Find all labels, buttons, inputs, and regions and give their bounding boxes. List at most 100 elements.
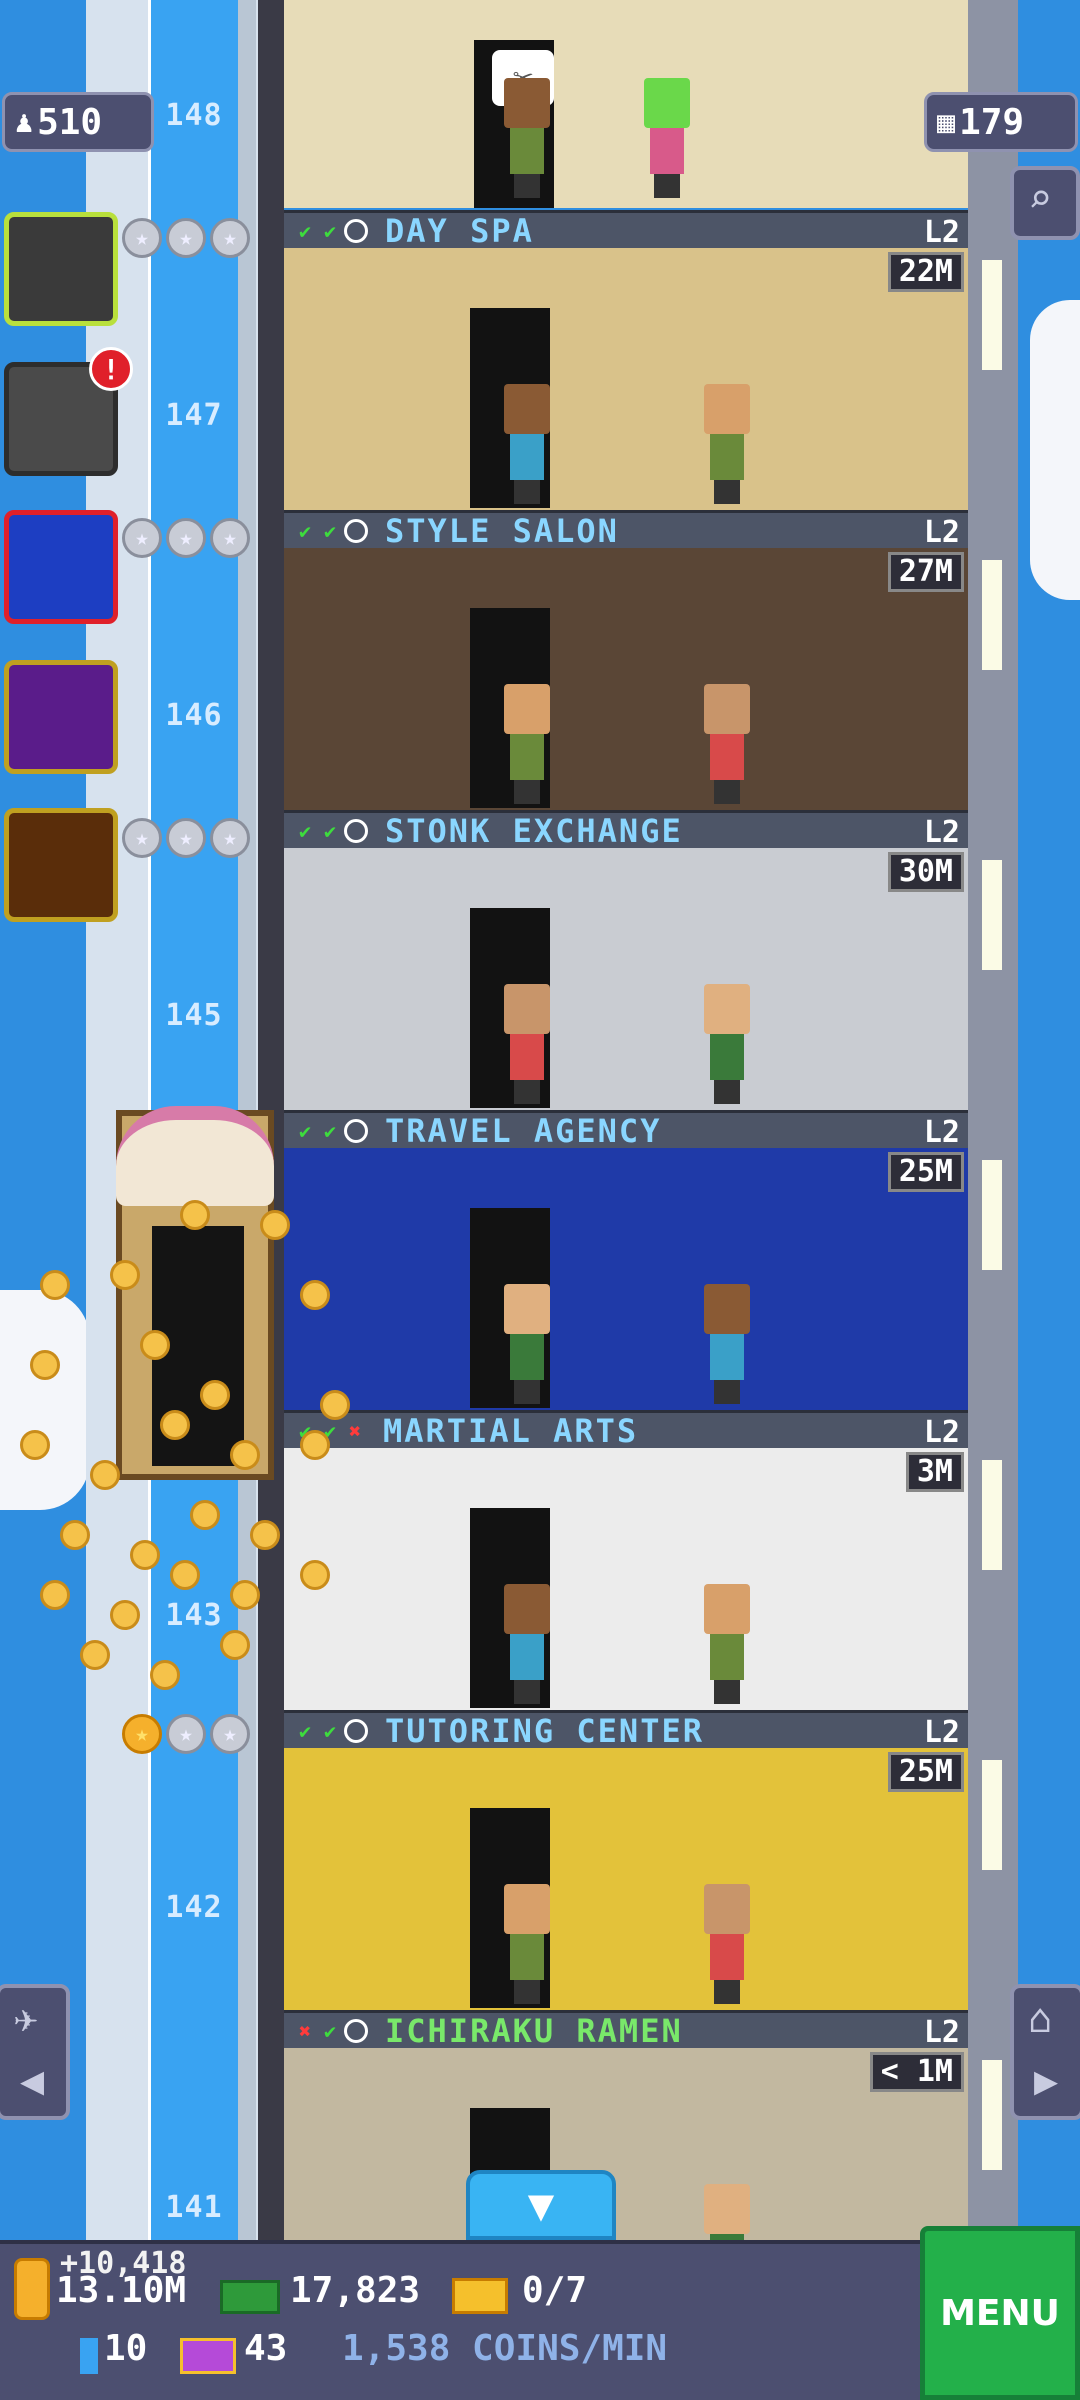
coin-icon [60,1520,90,1550]
visitor-avatar [504,684,550,804]
check-icon: ✔ [323,518,337,543]
scroll-down-button[interactable]: ▼ [466,2170,616,2240]
floor-level: L2 [923,1115,960,1150]
floor-level: L2 [923,1415,960,1450]
coin-icon [150,1660,180,1690]
chevron-down-icon: ▼ [527,2179,555,2231]
coin-icon [170,1560,200,1590]
magnifier-icon: ⌕ [1028,176,1053,222]
elevator-cupcake-roof [116,1106,274,1206]
coin-icon [140,1330,170,1360]
floor-name: TUTORING CENTER [385,1711,704,1750]
visitor-avatar [504,384,550,504]
floor-number: 146 [165,698,223,733]
floor-header[interactable]: ✔ ✔ TRAVEL AGENCY L2 [284,1110,968,1150]
floor-stonk-exchange[interactable]: ✔ ✔ STONK EXCHANGE L2 30M [284,810,968,1110]
coin-icon [30,1350,60,1380]
cloud-right [1030,300,1080,600]
check-icon: ✔ [298,1118,312,1143]
search-button[interactable]: ⌕ [1010,166,1080,240]
floor-name: STONK EXCHANGE [385,811,683,850]
key-icon [80,2338,98,2374]
clock-icon [344,1118,368,1143]
ticket-icon [452,2278,508,2314]
visitor-avatar [704,1584,750,1704]
floor-header[interactable]: ✔ ✔ STYLE SALON L2 [284,510,968,550]
floor-header[interactable]: ✔ ✔ ✖ MARTIAL ARTS L2 [284,1410,968,1450]
star-icon: ★ [122,818,162,858]
stock-amount: 22M [887,252,964,292]
golden-ticket-count: 43 [244,2328,288,2369]
coin-icon [110,1260,140,1290]
check-icon: ✔ [323,2018,337,2043]
population-counter[interactable]: ♟ 510 [2,92,154,152]
room-interior[interactable]: 27M [284,548,968,810]
star-icon: ★ [166,218,206,258]
star-icon: ★ [166,518,206,558]
floor-counter[interactable]: ▦ 179 [924,92,1078,152]
chevron-right-icon: ▶ [1034,2058,1059,2104]
coin-icon [230,1580,260,1610]
elevator-car[interactable] [116,1106,274,1480]
gift-icon[interactable] [4,660,118,774]
clock-icon [344,818,368,843]
visitor-avatar [504,1284,550,1404]
star-icon: ★ [210,818,250,858]
star-icon: ★ [122,218,162,258]
cross-icon: ✖ [298,2018,312,2043]
coin-icon [300,1430,330,1460]
floor-name: TRAVEL AGENCY [385,1111,662,1150]
room-interior[interactable]: 3M [284,1448,968,1710]
lobby-button[interactable]: ⌂ ▶ [1010,1984,1080,2120]
menu-button[interactable]: MENU [920,2226,1080,2400]
floor-day-spa[interactable]: ✔ ✔ DAY SPA L2 22M [284,210,968,510]
previous-floor-button[interactable]: ✈ ◀ [0,1984,70,2120]
floor-martial-arts[interactable]: ✔ ✔ ✖ MARTIAL ARTS L2 3M [284,1410,968,1710]
floor-style-salon[interactable]: ✔ ✔ STYLE SALON L2 27M [284,510,968,810]
coin-icon [260,1210,290,1240]
coin-icon [110,1600,140,1630]
coin-icon [80,1640,110,1670]
floor-header[interactable]: ✔ ✔ TUTORING CENTER L2 [284,1710,968,1750]
visitor-avatar [504,78,550,198]
shop-stall-icon[interactable] [4,808,118,922]
check-icon: ✔ [323,1118,337,1143]
stock-amount: 3M [905,1452,964,1492]
room-interior[interactable]: 30M [284,848,968,1110]
coin-icon [220,1630,250,1660]
floor-level: L2 [923,1715,960,1750]
check-icon: ✔ [323,818,337,843]
check-icon: ✔ [298,218,312,243]
floor-number: 142 [165,1890,223,1925]
notification-badge: ! [89,347,133,391]
room-interior[interactable]: 22M [284,248,968,510]
calendar-icon[interactable] [4,510,118,624]
tower-right-wall [968,0,1018,2240]
building-icon: ▦ [937,104,956,140]
floor-header[interactable]: ✔ ✔ DAY SPA L2 [284,210,968,250]
room-interior[interactable]: 25M [284,1148,968,1410]
visitor-avatar [504,1584,550,1704]
floor-header[interactable]: ✖ ✔ ICHIRAKU RAMEN L2 [284,2010,968,2050]
coin-stack-icon [14,2258,50,2320]
coin-icon [130,1540,160,1570]
income-rate: 1,538 COINS/MIN [342,2328,668,2369]
floor-header[interactable]: ✔ ✔ STONK EXCHANGE L2 [284,810,968,850]
stock-amount: 25M [887,1152,964,1192]
ticket-count: 0/7 [522,2270,588,2311]
floor-148-room[interactable]: ✂ [284,0,968,208]
star-icon: ★ [122,1714,162,1754]
room-interior[interactable]: 25M [284,1748,968,2010]
floor-tutoring-center[interactable]: ✔ ✔ TUTORING CENTER L2 25M [284,1710,968,2010]
build-floor-icon[interactable] [4,212,118,326]
clock-icon [344,518,368,543]
missions-icon[interactable]: ! [4,347,133,476]
floor-number: 143 [165,1598,223,1633]
clock-icon [344,218,368,243]
check-icon: ✔ [298,1718,312,1743]
floor-travel-agency[interactable]: ✔ ✔ TRAVEL AGENCY L2 25M [284,1110,968,1410]
star-icon: ★ [210,518,250,558]
star-icon: ★ [210,1714,250,1754]
coin-icon [40,1270,70,1300]
star-icon: ★ [210,218,250,258]
